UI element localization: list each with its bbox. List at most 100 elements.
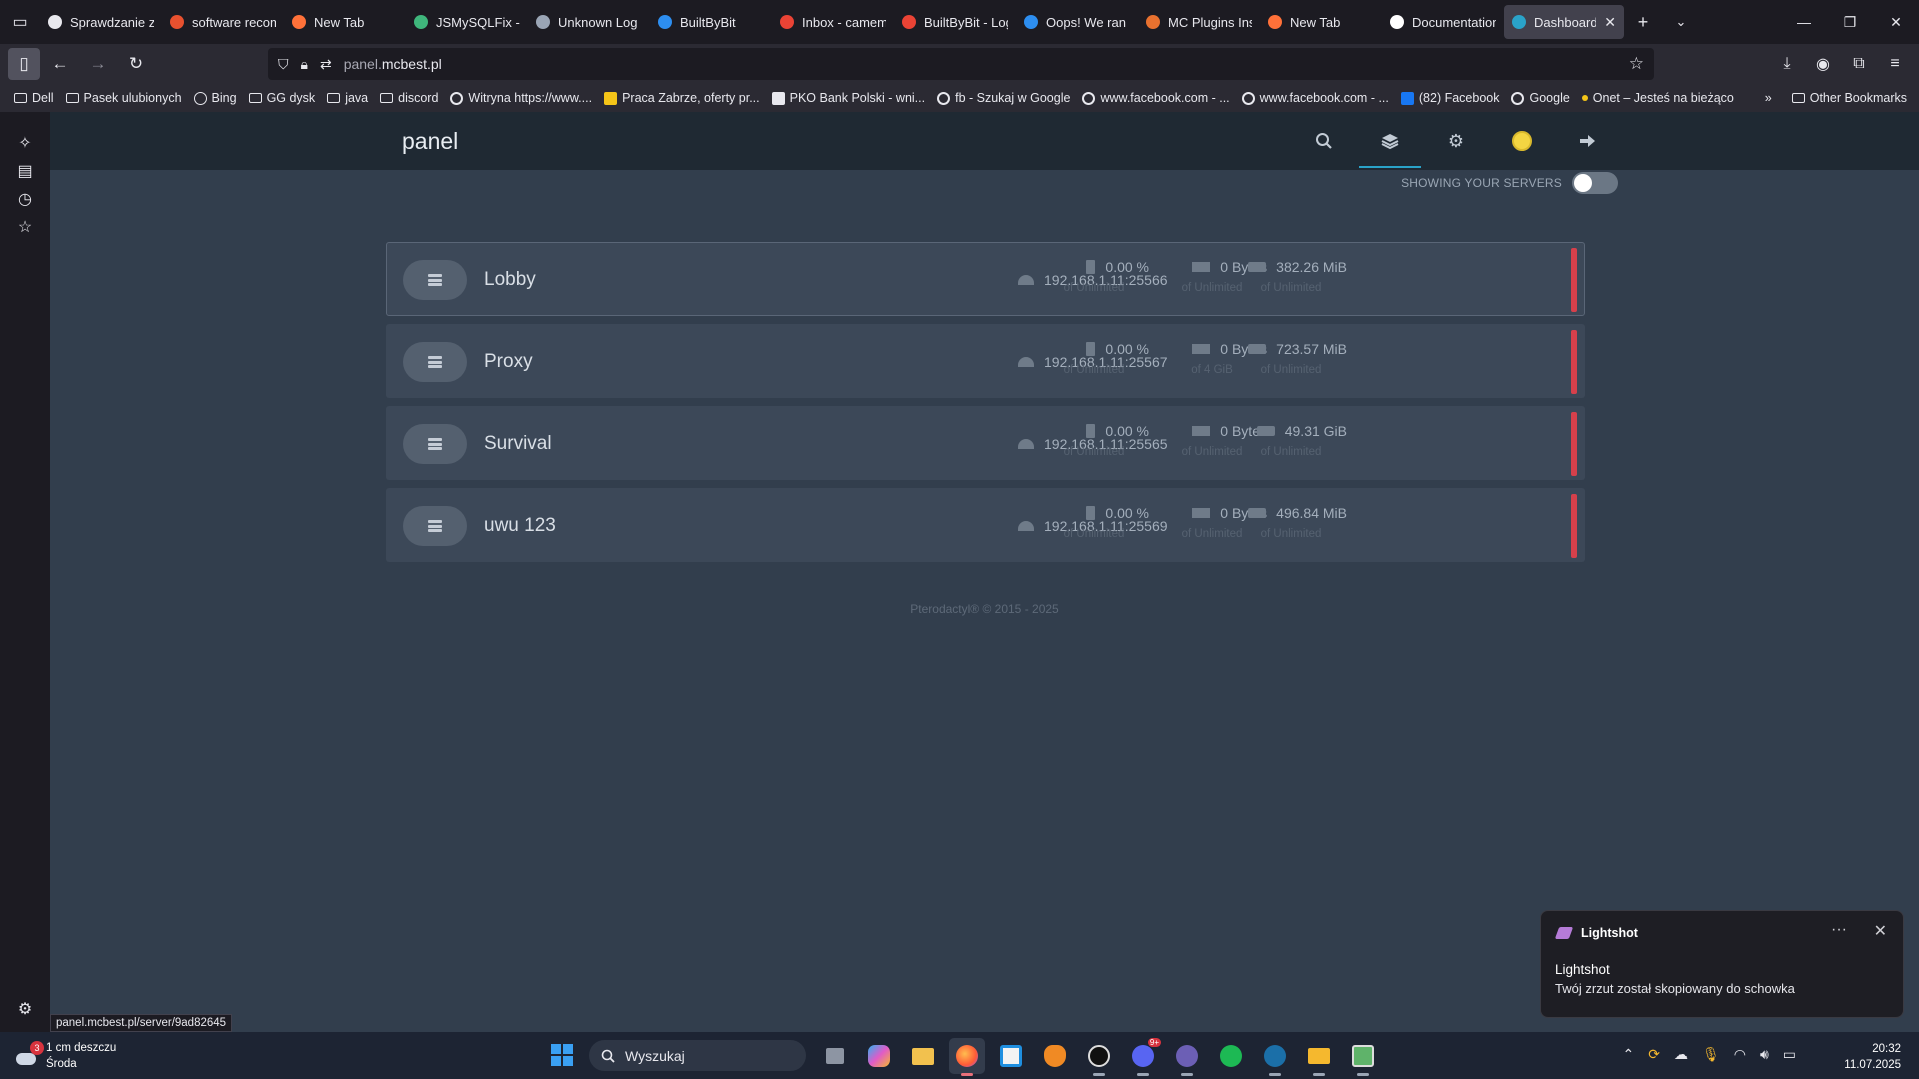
chevron-double-right-icon[interactable]: » — [1765, 91, 1772, 105]
volume-icon[interactable]: 🔊︎ — [1760, 1046, 1769, 1063]
weather-widget[interactable]: 3 1 cm deszczu Środa — [12, 1040, 116, 1072]
forward-arrow-icon[interactable]: → — [80, 48, 116, 80]
history-icon[interactable]: ◷ — [15, 190, 35, 210]
taskbar-search[interactable]: Wyszukaj — [589, 1040, 806, 1071]
discord-icon[interactable]: 9+ — [1125, 1038, 1161, 1076]
chevron-up-icon[interactable]: ⌃ — [1622, 1046, 1634, 1063]
bookmarks-list: Dell Pasek ulubionych Bing GG dysk java disco… — [8, 91, 1740, 105]
server-row[interactable]: Lobby 192.168.1.11:25566 0.00 % of Unlimite… — [386, 242, 1585, 316]
extensions-icon[interactable]: ⧉ — [1841, 48, 1877, 80]
task-view-icon[interactable] — [817, 1038, 853, 1074]
minimize-icon[interactable]: — — [1781, 0, 1827, 44]
onedrive-cloud-icon[interactable]: ☁ — [1674, 1046, 1688, 1063]
tab[interactable]: Oops! We ran ir — [1016, 5, 1138, 39]
taskbar-clock[interactable]: 20:32 11.07.2025 — [1844, 1041, 1901, 1073]
settings-gear-icon[interactable]: ⚙ — [15, 1000, 35, 1020]
bookmark-item[interactable]: fb - Szukaj w Google — [931, 91, 1076, 105]
tab-close-icon[interactable]: ✕ — [1604, 14, 1616, 31]
bookmark-item[interactable]: Bing — [188, 91, 243, 105]
notification-toast[interactable]: Lightshot ··· ✕ Lightshot Twój zrzut zos… — [1540, 910, 1904, 1018]
microphone-icon[interactable]: 🎙︎ — [1702, 1046, 1720, 1063]
battery-icon[interactable]: ▭ — [1783, 1046, 1796, 1063]
bookmark-star-icon[interactable]: ☆ — [1629, 54, 1644, 74]
shield-icon[interactable]: ⛉ — [278, 56, 289, 73]
fl-studio-icon[interactable] — [1037, 1038, 1073, 1074]
snipping-tool-icon[interactable] — [1345, 1038, 1381, 1076]
downloads-icon[interactable]: ⤓ — [1769, 48, 1805, 80]
server-filter-toggle[interactable] — [1572, 172, 1618, 194]
lock-icon[interactable]: 🔒︎ — [301, 56, 308, 73]
bookmark-label: Pasek ulubionych — [83, 91, 182, 105]
bookmark-item[interactable]: www.facebook.com - ... — [1076, 91, 1235, 105]
sign-out-icon[interactable] — [1555, 112, 1621, 170]
bookmark-item[interactable]: java — [321, 91, 374, 105]
inkscape-icon[interactable] — [1081, 1038, 1117, 1076]
file-explorer-icon[interactable] — [905, 1038, 941, 1074]
copilot-icon[interactable] — [861, 1038, 897, 1074]
account-icon[interactable]: ◉ — [1805, 48, 1841, 80]
tab[interactable]: New Tab — [1260, 5, 1382, 39]
url-bar[interactable]: ⛉ 🔒︎ ⇄ panel.mcbest.pl ☆ — [268, 48, 1654, 80]
mail-app-icon[interactable] — [1301, 1038, 1337, 1076]
sidebar-toggle-icon[interactable]: ▯ — [8, 48, 40, 80]
bookmark-item[interactable]: Google — [1505, 91, 1575, 105]
search-icon[interactable] — [1291, 112, 1357, 170]
close-window-icon[interactable]: ✕ — [1873, 0, 1919, 44]
bookmark-item[interactable]: www.facebook.com - ... — [1236, 91, 1395, 105]
windows-start-icon[interactable] — [551, 1044, 573, 1066]
bookmark-item[interactable]: Praca Zabrze, oferty pr... — [598, 91, 766, 105]
tab-active[interactable]: Dashboard ✕ — [1504, 5, 1624, 39]
panel-brand[interactable]: panel — [402, 128, 458, 155]
tab[interactable]: software recom — [162, 5, 284, 39]
server-status-indicator — [1571, 330, 1577, 394]
server-row[interactable]: Proxy 192.168.1.11:25567 0.00 % of Unlimite… — [386, 324, 1585, 398]
bookmark-item[interactable]: PKO Bank Polski - wni... — [766, 91, 931, 105]
back-arrow-icon[interactable]: ← — [42, 48, 78, 80]
cogs-icon[interactable]: ⚙ — [1423, 112, 1489, 170]
new-tab-button[interactable]: + — [1624, 5, 1662, 39]
bookmark-item[interactable]: (82) Facebook — [1395, 91, 1506, 105]
tab[interactable]: New Tab — [284, 5, 406, 39]
reload-icon[interactable]: ↻ — [118, 48, 154, 80]
sync-icon[interactable]: ⟳ — [1648, 1046, 1660, 1063]
menu-icon[interactable]: ≡ — [1877, 48, 1913, 80]
tab[interactable]: Sprawdzanie zu — [40, 5, 162, 39]
server-row[interactable]: Survival 192.168.1.11:25565 0.00 % of Unlim… — [386, 406, 1585, 480]
wifi-icon[interactable]: ◠ — [1734, 1046, 1746, 1063]
close-icon[interactable]: ✕ — [1874, 921, 1887, 941]
more-options-icon[interactable]: ··· — [1831, 921, 1847, 939]
tab-list-icon[interactable]: ▭ — [0, 0, 40, 44]
ai-chatbot-icon[interactable]: ✧ — [15, 134, 35, 154]
synced-tabs-icon[interactable]: ▤ — [15, 162, 35, 182]
tab[interactable]: Unknown Log [ — [528, 5, 650, 39]
microsoft-store-icon[interactable] — [993, 1038, 1029, 1074]
bookmark-item[interactable]: Dell — [8, 91, 60, 105]
bookmarks-star-icon[interactable]: ☆ — [15, 218, 35, 238]
tab[interactable]: BuiltByBit - Log — [894, 5, 1016, 39]
permissions-icon[interactable]: ⇄ — [320, 56, 332, 73]
tab[interactable]: JSMySQLFix - M — [406, 5, 528, 39]
tab-label: BuiltByBit - Log — [924, 14, 1008, 30]
steam-icon[interactable] — [1257, 1038, 1293, 1076]
other-bookmarks[interactable]: Other Bookmarks — [1786, 91, 1913, 105]
firefox-icon[interactable] — [949, 1038, 985, 1076]
url-text[interactable]: panel.mcbest.pl — [344, 56, 442, 72]
avatar[interactable] — [1489, 112, 1555, 170]
restore-icon[interactable]: ❐ — [1827, 0, 1873, 44]
server-icon — [403, 342, 467, 382]
bookmark-item[interactable]: Pasek ulubionych — [60, 91, 188, 105]
tab[interactable]: Inbox - camem — [772, 5, 894, 39]
bookmark-item[interactable]: Witryna https://www.... — [444, 91, 598, 105]
tab[interactable]: MC Plugins Inst — [1138, 5, 1260, 39]
spotify-icon[interactable] — [1213, 1038, 1249, 1074]
bookmark-item[interactable]: discord — [374, 91, 444, 105]
bookmark-item[interactable]: Onet – Jesteś na bieżąco — [1576, 91, 1740, 105]
app-swirl-icon[interactable] — [1169, 1038, 1205, 1076]
chevron-down-icon[interactable]: ⌄ — [1662, 5, 1700, 39]
tab[interactable]: BuiltByBit — [650, 5, 772, 39]
tab[interactable]: Documentation — [1382, 5, 1504, 39]
site-icon — [1400, 91, 1414, 105]
layers-icon[interactable] — [1357, 112, 1423, 170]
server-row[interactable]: uwu 123 192.168.1.11:25569 0.00 % of Unlimi… — [386, 488, 1585, 562]
bookmark-item[interactable]: GG dysk — [243, 91, 322, 105]
